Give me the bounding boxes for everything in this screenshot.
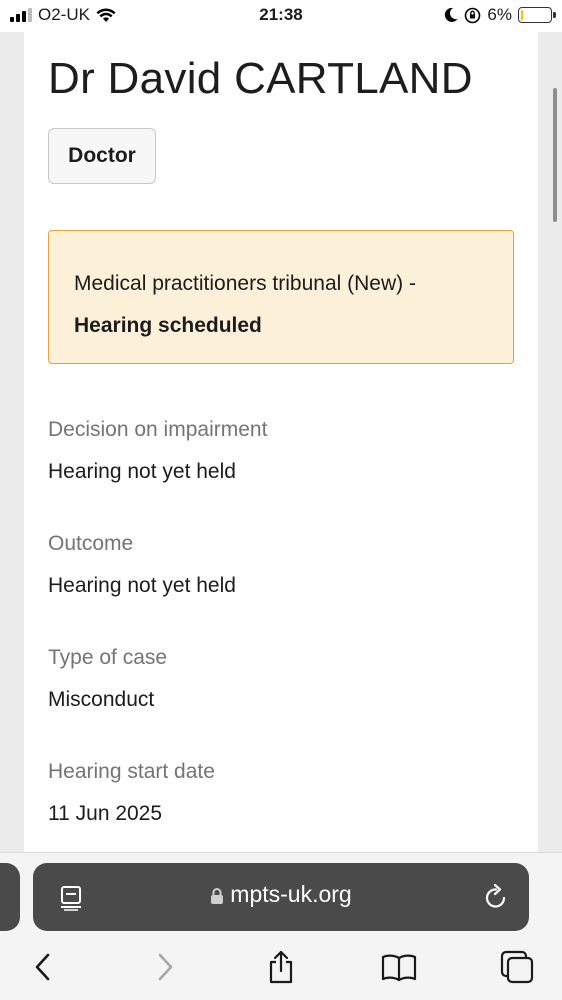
field-value: 11 Jun 2025 <box>48 802 163 825</box>
share-button[interactable] <box>261 947 301 987</box>
field-hearing-start-date: Hearing start date 11 Jun 2025 <box>48 758 215 828</box>
field-value: Hearing not yet held <box>48 460 236 483</box>
status-right: 6% <box>444 5 556 25</box>
browser-chrome: mpts-uk.org <box>0 852 562 1000</box>
field-decision-on-impairment: Decision on impairment Hearing not yet h… <box>48 416 267 486</box>
bookmarks-button[interactable] <box>379 947 419 987</box>
field-label: Type of case <box>48 646 168 669</box>
notice-text: Medical practitioners tribunal (New) - <box>74 272 416 295</box>
url-display[interactable]: mpts-uk.org <box>33 881 529 908</box>
battery-icon <box>518 7 556 23</box>
forward-icon <box>158 953 173 981</box>
field-label: Hearing start date <box>48 760 215 783</box>
battery-percent: 6% <box>487 5 512 24</box>
tabs-icon <box>500 950 534 984</box>
page-scrollbar[interactable] <box>553 88 557 222</box>
back-icon <box>35 953 50 981</box>
field-label: Decision on impairment <box>48 418 268 441</box>
field-value: Misconduct <box>48 688 155 711</box>
lock-icon <box>211 887 224 904</box>
moon-icon <box>445 7 458 22</box>
registration-tag: Doctor <box>48 128 156 184</box>
field-outcome: Outcome Hearing not yet held <box>48 530 236 600</box>
orientation-lock-icon <box>465 7 481 23</box>
field-label: Outcome <box>48 532 134 555</box>
page-title: Dr David CARTLAND <box>48 54 473 103</box>
back-button[interactable] <box>23 947 63 987</box>
browser-toolbar <box>0 947 562 987</box>
reload-icon[interactable] <box>483 883 509 911</box>
status-bar: O2-UK 21:38 6% <box>0 0 562 32</box>
bookmarks-icon <box>381 954 417 982</box>
share-icon <box>269 950 293 984</box>
forward-button[interactable] <box>145 947 185 987</box>
field-type-of-case: Type of case Misconduct <box>48 644 167 714</box>
tabs-button[interactable] <box>497 947 537 987</box>
notice-status: Hearing scheduled <box>74 314 262 337</box>
hearing-notice: Medical practitioners tribunal (New) - H… <box>48 230 514 364</box>
address-bar[interactable]: mpts-uk.org <box>33 863 529 931</box>
page-content: Dr David CARTLAND Doctor Medical practit… <box>24 32 538 852</box>
previous-tab-peek[interactable] <box>0 863 20 931</box>
field-value: Hearing not yet held <box>48 574 236 597</box>
url-text: mpts-uk.org <box>230 881 352 907</box>
